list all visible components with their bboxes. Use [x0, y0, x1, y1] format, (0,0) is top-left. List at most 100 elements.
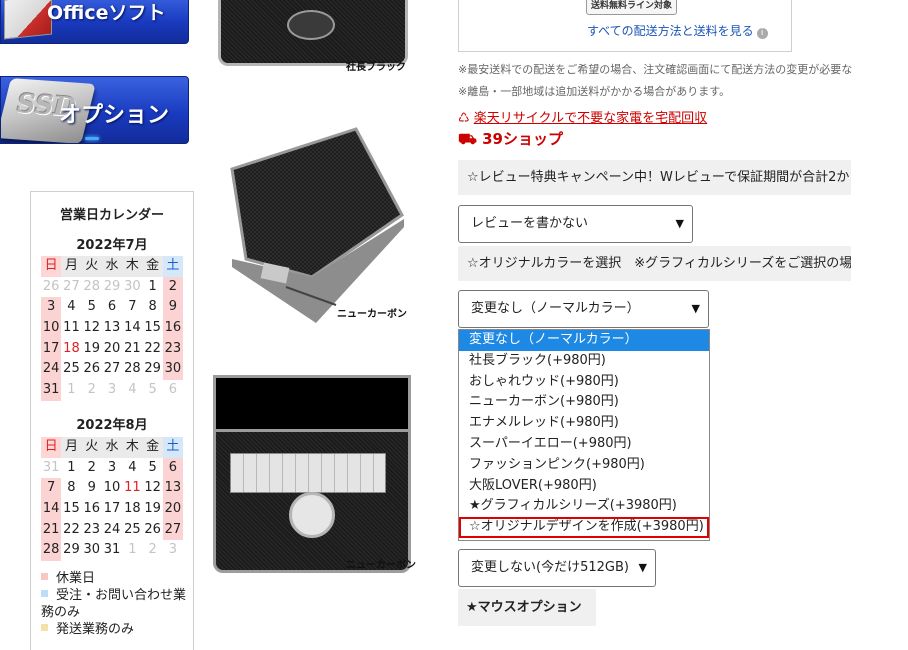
color-option[interactable]: 社長ブラック(+980円)	[459, 351, 709, 372]
weekday-header: 火	[81, 256, 102, 277]
color-option[interactable]: エナメルレッド(+980円)	[459, 413, 709, 434]
calendar-day: 23	[83, 521, 101, 537]
weekday-header: 火	[81, 437, 102, 458]
storage-select[interactable]: 変更しない(今だけ512GB) ▼	[458, 549, 656, 587]
calendar-day: 13	[103, 320, 121, 336]
color-option[interactable]: ファッションピンク(+980円)	[459, 455, 709, 476]
calendar-day: 24	[41, 359, 62, 381]
keyboard-graphic	[230, 453, 386, 493]
legend-label: 休業日	[56, 571, 96, 586]
legend-swatch	[41, 624, 48, 631]
color-dropdown-list[interactable]: 変更なし（ノーマルカラー） 社長ブラック(+980円) おしゃれウッド(+980…	[458, 329, 710, 541]
color-option[interactable]: スーパーイエロー(+980円)	[459, 434, 709, 455]
info-icon: i	[756, 28, 768, 39]
shipping-methods-link[interactable]: すべての配送方法と送料を見る i	[587, 22, 768, 39]
laptop-side-graphic	[230, 127, 404, 323]
mouse-option-heading: ★マウスオプション	[458, 589, 596, 626]
legend-swatch	[41, 573, 48, 580]
laptop-screen-graphic	[213, 375, 411, 429]
weekday-header: 木	[122, 437, 143, 458]
calendar-day: 9	[162, 297, 184, 319]
color-option[interactable]: ニューカーボン(+980円)	[459, 392, 709, 413]
office-software-banner[interactable]: Officeソフト	[0, 0, 189, 44]
office-banner-label: Officeソフト	[47, 2, 166, 24]
storage-select-value: 変更しない(今だけ512GB)	[471, 560, 629, 575]
weekday-header: 土	[162, 256, 184, 277]
review-campaign-heading: ☆レビュー特典キャンペーン中！Wレビューで保証期間が合計2か	[458, 160, 851, 195]
business-calendar: 営業日カレンダー 2022年7月 日 月 火 水 木 金 土 26 27 28 …	[30, 191, 194, 650]
review-select-value: レビューを書かない	[471, 216, 589, 231]
shipping-info-box: 送料無料ライン対象 すべての配送方法と送料を見る i	[458, 0, 792, 52]
calendar-day: 4	[128, 382, 137, 398]
chevron-down-icon: ▼	[638, 561, 647, 574]
chevron-down-icon: ▼	[691, 302, 700, 315]
recycle-link[interactable]: 楽天リサイクルで不要な家電を宅配回収	[474, 111, 707, 126]
calendar-day: 16	[83, 501, 101, 517]
calendar-day: 13	[162, 478, 184, 500]
calendar-day: 28	[124, 361, 141, 377]
color-option[interactable]: 大阪LOVER(+980円)	[459, 476, 709, 497]
calendar-day: 1	[148, 278, 157, 294]
calendar-day: 5	[148, 382, 157, 398]
option-banner-label: オプション	[59, 103, 170, 128]
calendar-grid-july: 日 月 火 水 木 金 土 26 27 28 29 30 1 2 3 4 5 6…	[41, 256, 184, 401]
product-image-new-carbon-keyboard[interactable]	[213, 375, 413, 573]
product-image-new-carbon-open[interactable]	[226, 127, 411, 327]
calendar-day: 22	[63, 521, 80, 537]
calendar-day: 20	[162, 499, 184, 520]
color-option-original-design[interactable]: ☆オリジナルデザインを作成(+3980円)	[459, 517, 709, 538]
weekday-header: 水	[101, 437, 123, 458]
color-option[interactable]: 変更なし（ノーマルカラー）	[459, 330, 709, 351]
month-title-july: 2022年7月	[76, 238, 148, 253]
calendar-day: 1	[67, 382, 76, 398]
calendar-day: 27	[103, 361, 121, 377]
calendar-day: 24	[103, 521, 121, 537]
shop39-label: ⛟ 39ショップ	[458, 128, 563, 150]
shipping-link-label: すべての配送方法と送料を見る	[587, 24, 754, 38]
weekday-header: 土	[162, 437, 184, 458]
color-select[interactable]: 変更なし（ノーマルカラー） ▼	[458, 290, 709, 328]
calendar-day: 18	[124, 501, 141, 517]
calendar-day: 28	[83, 278, 101, 294]
calendar-day: 6	[107, 299, 117, 315]
color-option[interactable]: ★グラフィカルシリーズ(+3980円)	[459, 496, 709, 517]
product-caption: 社長ブラック	[346, 62, 406, 73]
calendar-day: 4	[128, 459, 137, 475]
shipping-note: ※最安送料での配送をご希望の場合、注文確認画面にて配送方法の変更が必要な	[458, 63, 853, 76]
calendar-day: 23	[162, 338, 184, 360]
calendar-day: 28	[41, 540, 62, 562]
weekday-header: 月	[61, 437, 82, 458]
calendar-day: 29	[144, 361, 161, 377]
calendar-day: 16	[162, 318, 184, 339]
calendar-day: 11	[124, 480, 141, 496]
weekday-header: 月	[61, 256, 82, 277]
calendar-day: 8	[67, 480, 76, 496]
calendar-day: 3	[107, 382, 117, 398]
calendar-day: 12	[83, 320, 101, 336]
calendar-day: 19	[144, 501, 161, 517]
calendar-day: 6	[162, 457, 184, 479]
option-banner[interactable]: SSD オプション	[0, 76, 189, 144]
ssd-led-icon	[85, 137, 99, 140]
calendar-day: 4	[67, 299, 76, 315]
calendar-day: 2	[87, 459, 96, 475]
calendar-day: 19	[83, 340, 101, 356]
calendar-day: 2	[148, 542, 157, 558]
weekday-header: 木	[122, 256, 143, 277]
calendar-grid-august: 日 月 火 水 木 金 土 31 1 2 3 4 5 6 7 8 9 10 11…	[41, 437, 184, 562]
legend-label: 発送業務のみ	[56, 622, 135, 637]
calendar-day: 1	[67, 459, 76, 475]
recycle-row[interactable]: ♺ 楽天リサイクルで不要な家電を宅配回収	[458, 107, 707, 126]
calendar-day: 14	[41, 499, 62, 520]
color-option[interactable]: おしゃれウッド(+980円)	[459, 372, 709, 393]
calendar-day: 3	[168, 542, 178, 558]
review-select[interactable]: レビューを書かない ▼	[458, 205, 693, 243]
calendar-day: 10	[103, 480, 121, 496]
calendar-day: 21	[41, 519, 62, 541]
calendar-day: 29	[103, 278, 121, 294]
month-title-august: 2022年8月	[76, 418, 148, 433]
calendar-day: 31	[42, 459, 60, 475]
calendar-day: 25	[63, 361, 80, 377]
calendar-title: 営業日カレンダー	[59, 208, 164, 223]
calendar-day: 2	[162, 276, 184, 298]
